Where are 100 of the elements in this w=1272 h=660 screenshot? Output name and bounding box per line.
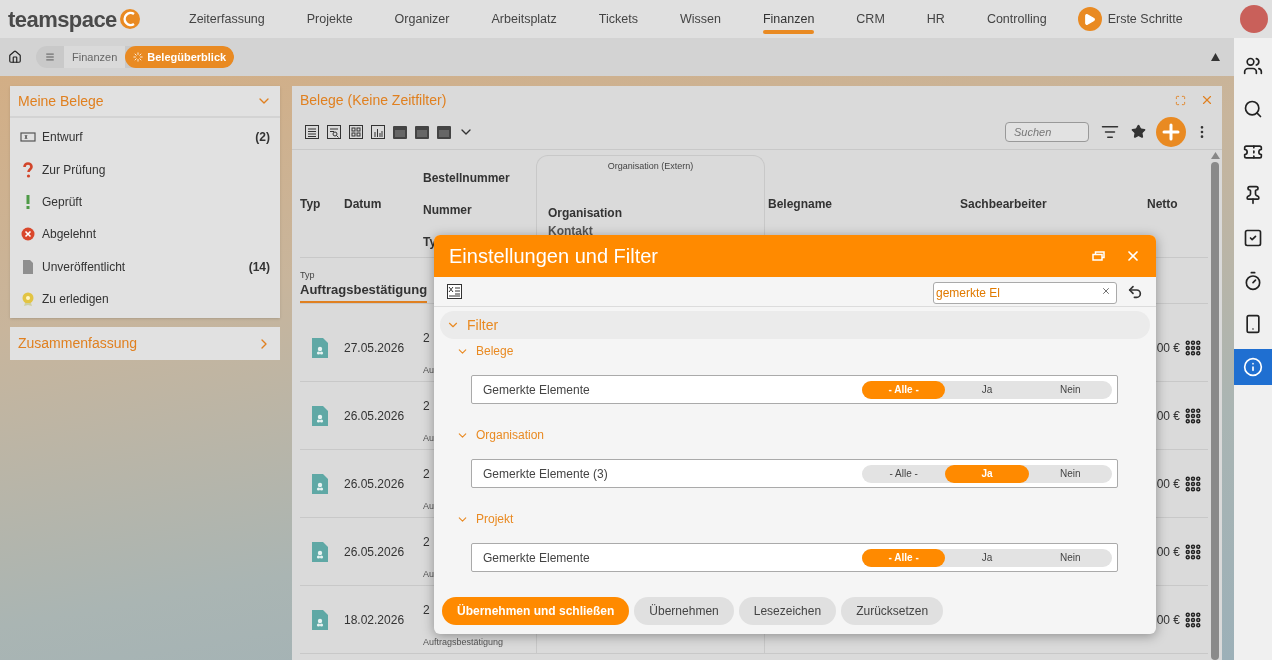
- column-header[interactable]: Sachbearbeiter: [960, 194, 1047, 213]
- document-icon: [312, 405, 328, 426]
- group-label: Typ: [300, 268, 316, 282]
- table-cell-text: 00 €: [1156, 543, 1180, 561]
- dialog-title: Einstellungen und Filter: [449, 244, 658, 269]
- filter-label: Gemerkte Elemente: [483, 549, 590, 567]
- nav-tab[interactable]: Zeiterfassung: [168, 0, 286, 38]
- table-cell-text: 26.05.2026: [344, 543, 405, 561]
- column-header[interactable]: Typ: [300, 194, 321, 213]
- segment-option[interactable]: Nein: [1028, 548, 1112, 567]
- start-button[interactable]: Erste Schritte: [1077, 7, 1183, 31]
- nav-tab[interactable]: CRM: [835, 0, 906, 38]
- segment-option[interactable]: Ja: [945, 380, 1029, 399]
- tasks-icon: [1243, 228, 1263, 248]
- grid-icon[interactable]: [1184, 406, 1202, 425]
- collapse-icon[interactable]: [1211, 53, 1220, 61]
- filter-label: Gemerkte Elemente (3): [483, 465, 608, 483]
- undo-icon[interactable]: [1127, 283, 1143, 300]
- column-header[interactable]: Organisation: [548, 203, 753, 222]
- search-icon: [1243, 99, 1263, 119]
- grid-icon[interactable]: [1184, 610, 1202, 629]
- ticket-icon: [1243, 142, 1263, 162]
- sidebar-item[interactable]: Entwurf (2): [10, 121, 280, 154]
- search-field[interactable]: Suchen: [1005, 121, 1089, 142]
- group-title[interactable]: Auftragsbestätigung: [300, 282, 428, 298]
- dialog-button[interactable]: Übernehmen: [634, 597, 734, 625]
- table-cell-text: 00 €: [1156, 475, 1180, 493]
- chart-icon[interactable]: [370, 123, 386, 140]
- grid-icon[interactable]: [1184, 542, 1202, 561]
- document-icon: [312, 473, 328, 494]
- nav-tab[interactable]: Controlling: [965, 0, 1068, 38]
- logo-icon: [118, 8, 141, 30]
- avatar[interactable]: [1240, 5, 1268, 33]
- sidebar-item[interactable]: Zu erledigen: [10, 282, 280, 316]
- logo-text: teamspace: [8, 5, 117, 34]
- filter-label: Gemerkte Elemente: [483, 381, 590, 399]
- timer-icon: [1243, 271, 1263, 291]
- nav-tab[interactable]: Organizer: [373, 0, 471, 38]
- sidebar-item[interactable]: Unveröffentlicht (14): [10, 250, 280, 283]
- breadcrumb-item[interactable]: Finanzen: [64, 46, 126, 68]
- nav-tab[interactable]: Projekte: [285, 0, 374, 38]
- document-icon: [312, 541, 328, 562]
- dialog-button[interactable]: Lesezeichen: [738, 597, 837, 625]
- segment-option[interactable]: - Alle -: [862, 464, 946, 483]
- table-cell-text: 27.05.2026: [344, 339, 405, 357]
- column-header[interactable]: Belegname: [768, 194, 833, 213]
- search-list-icon[interactable]: [326, 123, 342, 140]
- calendar-icon[interactable]: [436, 123, 452, 140]
- segment-option[interactable]: Nein: [1028, 380, 1112, 399]
- clear-icon[interactable]: [1101, 285, 1111, 296]
- table-cell-text: 00 €: [1156, 339, 1180, 357]
- nav-tab[interactable]: HR: [905, 0, 966, 38]
- table-cell: Au: [423, 364, 434, 378]
- table-cell: Auftragsbestätigung: [423, 636, 504, 650]
- segment-option[interactable]: Ja: [945, 548, 1029, 567]
- segment-option[interactable]: Nein: [1028, 464, 1112, 483]
- grid-view-icon[interactable]: [348, 123, 364, 140]
- grid-icon[interactable]: [1184, 474, 1202, 493]
- star-icon[interactable]: [1131, 124, 1146, 139]
- nav-tab[interactable]: Finanzen: [741, 0, 836, 38]
- calendar-icon[interactable]: [414, 123, 430, 140]
- document-icon: [312, 337, 328, 358]
- award-icon: [20, 291, 36, 308]
- spreadsheet-icon[interactable]: [447, 284, 462, 299]
- pin-icon: [1243, 185, 1263, 205]
- scrollbar-thumb[interactable]: [1211, 162, 1219, 660]
- people-icon: [1243, 56, 1263, 76]
- table-cell-text: 26.05.2026: [344, 407, 405, 425]
- column-group-header: Organisation (Extern): [606, 160, 695, 173]
- list-view-icon[interactable]: [304, 123, 320, 140]
- panel-title: Belege (Keine Zeitfilter): [300, 90, 447, 110]
- calendar-icon[interactable]: [392, 123, 408, 140]
- column-header[interactable]: Nummer: [423, 200, 536, 219]
- table-cell-text: 26.05.2026: [344, 475, 405, 493]
- table-cell: Au: [423, 432, 434, 446]
- sidebar-item[interactable]: Abgelehnt: [10, 218, 280, 251]
- column-header[interactable]: Bestellnummer: [423, 168, 536, 187]
- table-cell-text: 18.02.2026: [344, 611, 405, 629]
- table-cell-text: 00 €: [1156, 407, 1180, 425]
- grid-icon[interactable]: [1184, 338, 1202, 357]
- nav-tab[interactable]: Arbeitsplatz: [470, 0, 578, 38]
- sidebar-item[interactable]: Zur Prüfung: [10, 153, 280, 186]
- table-cell-text: 2: [423, 602, 430, 620]
- rejected-icon: [20, 226, 36, 243]
- document-icon: [312, 609, 328, 630]
- table-cell-text: 2: [423, 534, 430, 552]
- loading-icon: [133, 52, 144, 62]
- table-cell-text: 00 €: [1156, 611, 1180, 629]
- table-cell-text: 2: [423, 330, 430, 348]
- nav-tab[interactable]: Wissen: [658, 0, 742, 38]
- scroll-up-icon[interactable]: [1210, 152, 1220, 159]
- home-icon[interactable]: [8, 50, 22, 64]
- sidebar-item[interactable]: Geprüft: [10, 185, 280, 219]
- play-icon: [1083, 12, 1097, 26]
- add-button[interactable]: [1156, 116, 1186, 147]
- document-icon: [20, 258, 36, 275]
- nav-tab[interactable]: Tickets: [577, 0, 659, 38]
- dialog-button[interactable]: Zurücksetzen: [841, 597, 944, 625]
- column-header[interactable]: Netto: [1147, 194, 1178, 213]
- column-header[interactable]: Datum: [344, 194, 382, 213]
